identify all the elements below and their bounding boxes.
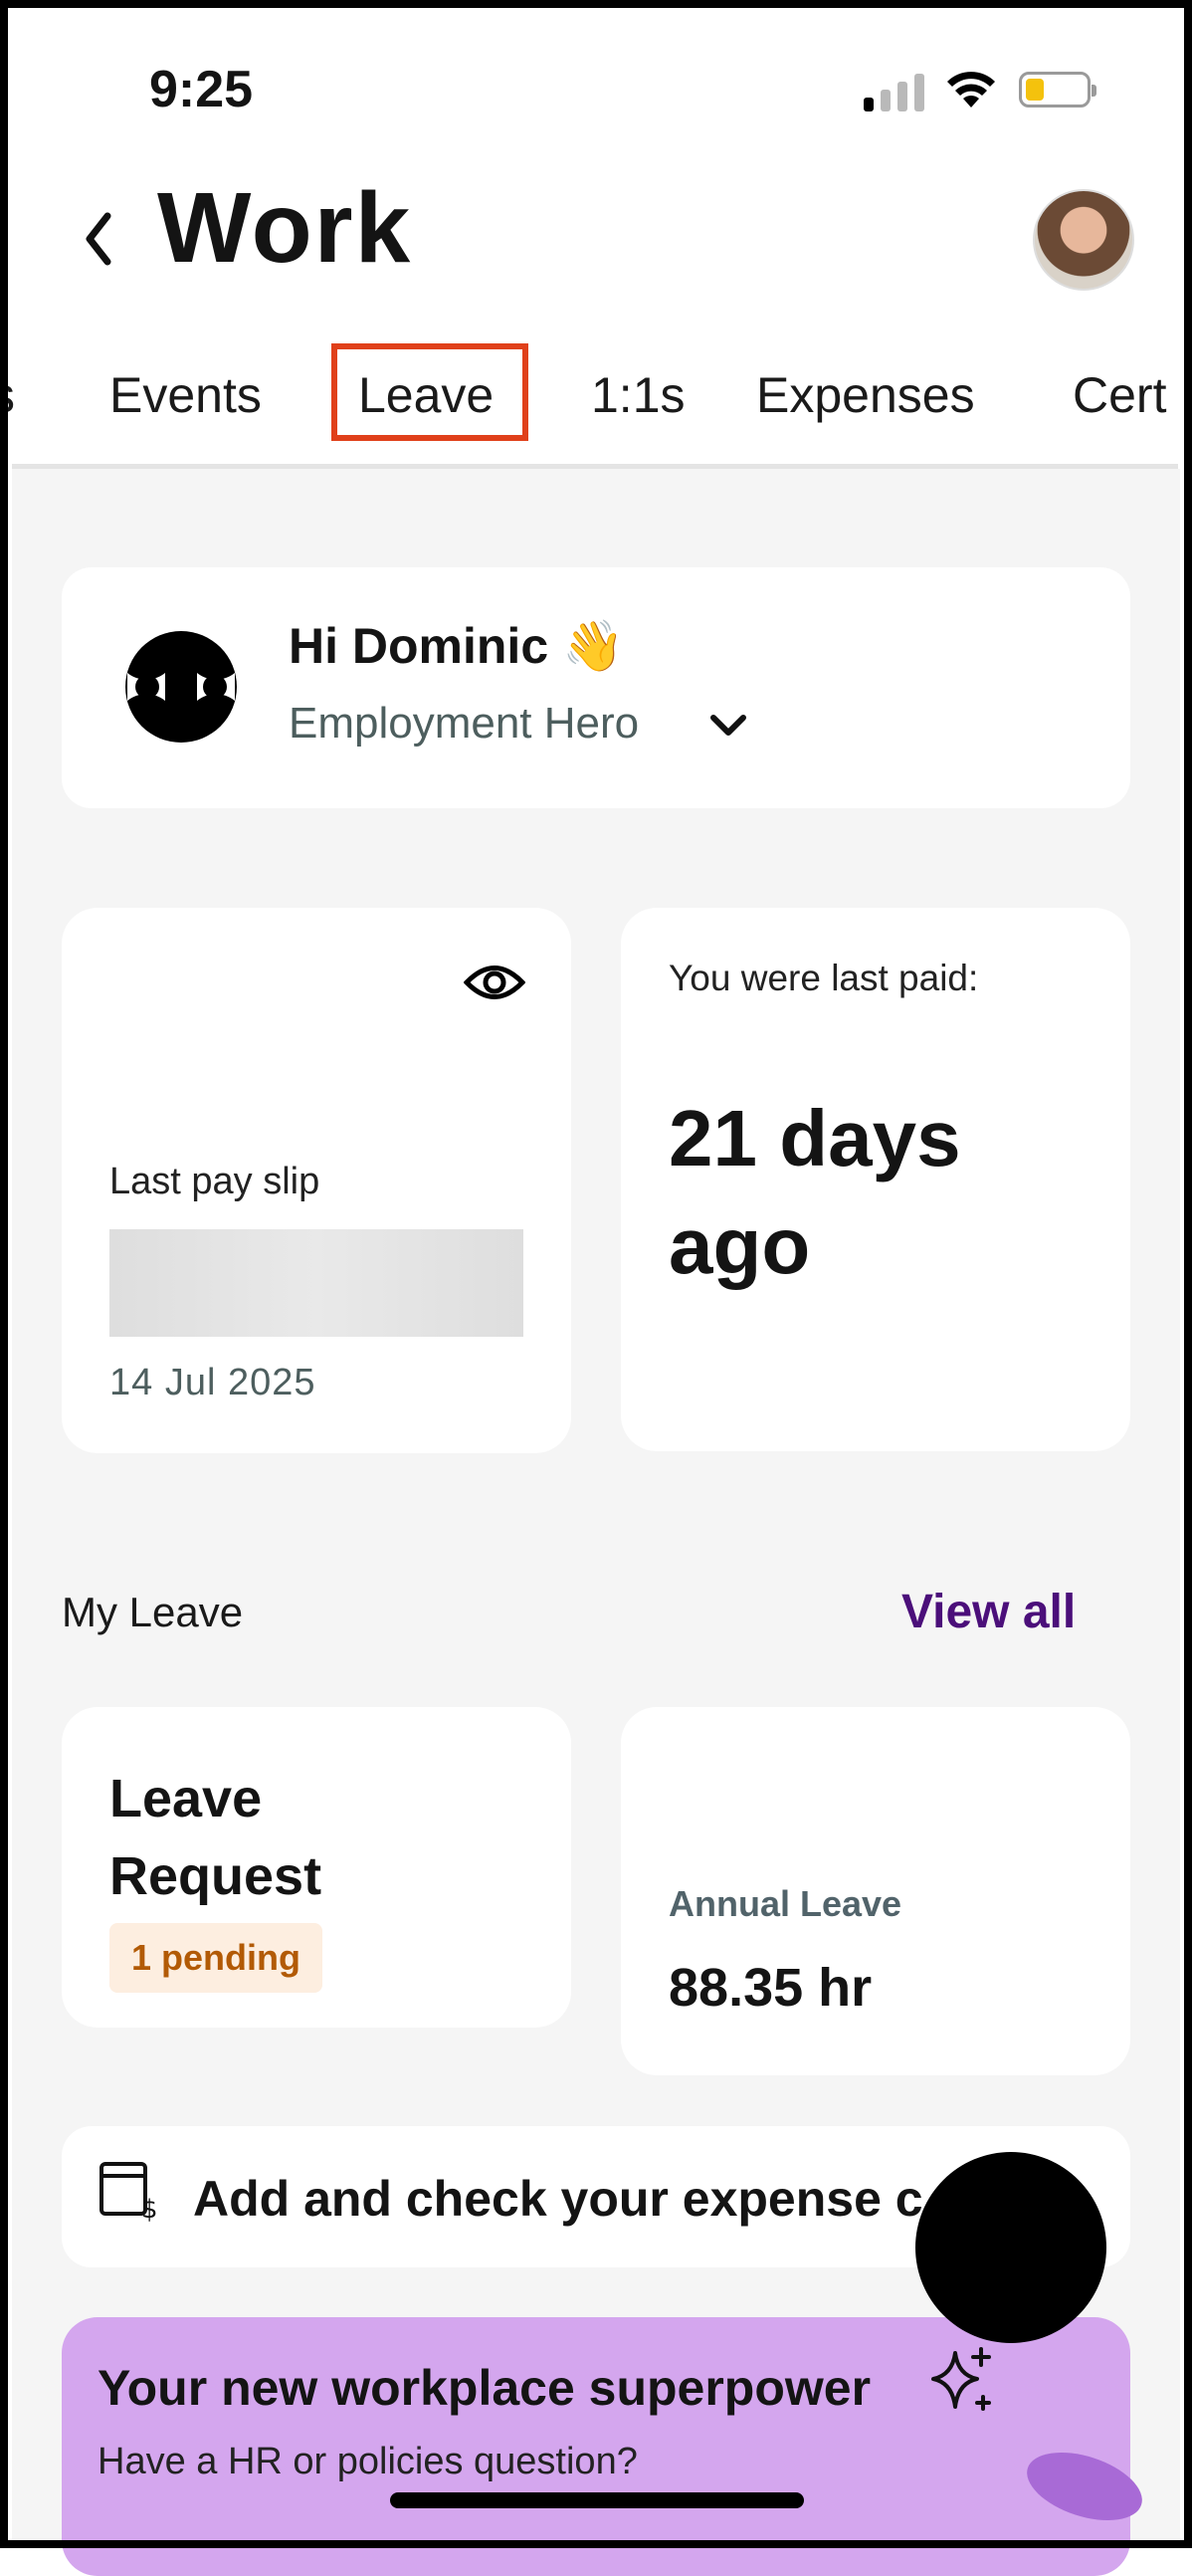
- tab-bar: s Events Leave 1:1s Expenses Cert: [0, 338, 1192, 450]
- tab-events[interactable]: Events: [109, 366, 262, 424]
- pending-badge: 1 pending: [109, 1923, 322, 1993]
- expense-receipt-icon: $: [99, 2162, 158, 2224]
- pay-slip-label: Last pay slip: [109, 1161, 320, 1202]
- svg-text:$: $: [141, 2195, 158, 2224]
- pay-slip-date: 14 Jul 2025: [109, 1362, 316, 1403]
- tab-certifications[interactable]: Cert: [1073, 366, 1166, 424]
- leave-request-title: Leave Request: [109, 1769, 322, 1906]
- last-paid-value: 21 days ago: [669, 1094, 961, 1290]
- sparkle-icon: [931, 2347, 991, 2411]
- page-title: Work: [157, 172, 413, 284]
- tab-previous[interactable]: s: [0, 366, 15, 424]
- tab-expenses[interactable]: Expenses: [756, 366, 975, 424]
- my-leave-heading: My Leave: [62, 1589, 244, 1635]
- greeting-name: Hi Dominic 👋: [289, 618, 625, 674]
- last-paid-label: You were last paid:: [669, 958, 979, 998]
- expense-banner-text: Add and check your expense c: [193, 2171, 923, 2227]
- tab-highlight-box: [331, 343, 528, 441]
- pay-amount-hidden: [109, 1229, 523, 1337]
- back-chevron-icon[interactable]: [78, 204, 121, 274]
- view-all-link[interactable]: View all: [901, 1585, 1076, 1639]
- eye-icon[interactable]: [464, 960, 525, 1005]
- organisation-name[interactable]: Employment Hero: [289, 699, 639, 749]
- chevron-down-icon[interactable]: [708, 713, 748, 739]
- annual-leave-label: Annual Leave: [669, 1883, 902, 1924]
- battery-icon: [1019, 72, 1096, 107]
- home-indicator[interactable]: [390, 2492, 804, 2508]
- ai-banner-subtitle: Have a HR or policies question?: [98, 2441, 638, 2482]
- status-time: 9:25: [149, 61, 254, 118]
- avatar[interactable]: [1033, 189, 1134, 291]
- ai-banner-title: Your new workplace superpower: [98, 2360, 872, 2416]
- wifi-icon: [947, 72, 995, 107]
- add-fab-button[interactable]: [915, 2152, 1106, 2343]
- annual-leave-value: 88.35 hr: [669, 1958, 873, 2018]
- signal-icon: [864, 70, 924, 111]
- employment-hero-logo-icon: [125, 631, 237, 743]
- tab-one-on-ones[interactable]: 1:1s: [591, 366, 686, 424]
